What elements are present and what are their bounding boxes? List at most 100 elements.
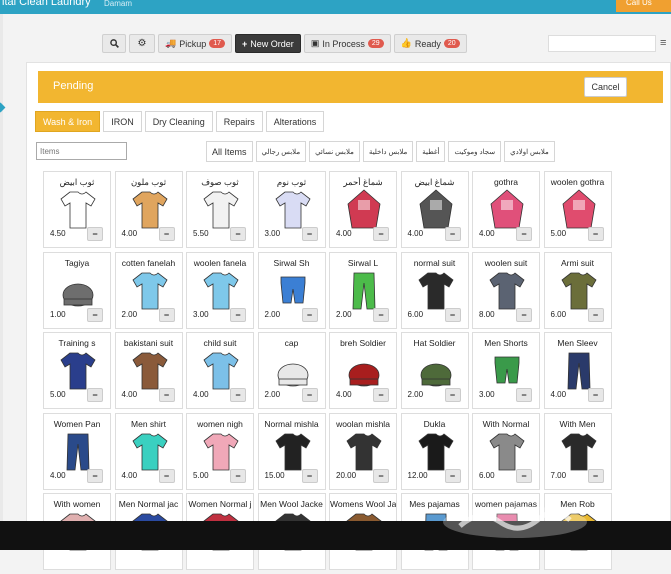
category-underwear[interactable]: ملابس داخلية [362,141,414,162]
decrease-quantity-button[interactable]: − [587,307,604,322]
decrease-quantity-button[interactable]: − [301,307,318,322]
item-card[interactable]: bakistani suit 4.00 − [114,332,183,409]
item-card[interactable]: With Normal 6.00 − [472,412,540,490]
item-price: 6.00 [407,309,424,319]
tab-dry-cleaning[interactable]: Dry Cleaning [144,111,213,132]
item-price: 15.00 [264,470,285,480]
decrease-quantity-button[interactable]: − [587,468,604,483]
item-card[interactable]: Hat Soldier 2.00 − [400,332,469,409]
item-card[interactable]: child suit 4.00 − [186,332,254,409]
item-card[interactable]: woolan mishla 20.00 − [329,412,397,490]
watermark-logo [443,506,587,538]
decrease-quantity-button[interactable]: − [516,227,532,241]
decrease-quantity-button[interactable]: − [587,227,604,241]
item-price: 4.00 [336,229,352,238]
decrease-quantity-button[interactable]: − [373,388,389,402]
cancel-button[interactable]: Cancel [584,77,627,97]
tab-repairs[interactable]: Repairs [215,111,263,132]
item-card[interactable]: Women Pan 4.00 − [43,412,111,490]
item-card[interactable]: women nigh 5.00 − [186,412,254,490]
decrease-quantity-button[interactable]: − [301,468,318,483]
item-card[interactable]: Sirwal L 2.00 − [329,251,397,329]
item-card[interactable]: Sirwal Sh 2.00 − [257,251,326,329]
decrease-quantity-button[interactable]: − [444,307,461,322]
tab-alterations[interactable]: Alterations [265,111,325,132]
item-name: breh Soldier [340,338,386,348]
item-card[interactable]: woolen gothra 5.00 − [543,171,612,248]
pakistani-suit-icon [131,352,168,390]
search-button[interactable] [102,34,126,53]
category-all-items[interactable]: All Items [206,141,253,162]
item-card[interactable]: breh Soldier 4.00 − [329,332,397,409]
item-card[interactable]: شماغ أحمر 4.00 − [329,171,397,248]
decrease-quantity-button[interactable]: − [87,227,103,241]
decrease-quantity-button[interactable]: − [158,227,175,241]
thumbs-up-icon: 👍 [400,38,412,48]
decrease-quantity-button[interactable]: − [87,468,103,483]
category-kids[interactable]: ملابس اولادي [504,141,555,162]
item-card[interactable]: normal suit 6.00 − [400,251,469,329]
decrease-quantity-button[interactable]: − [87,307,103,322]
decrease-quantity-button[interactable]: − [301,388,318,402]
in-process-button[interactable]: ▣ In Process 29 [303,34,391,53]
category-women[interactable]: ملابس نسائي [309,141,360,162]
item-price: 4.00 [121,470,138,480]
decrease-quantity-button[interactable]: − [373,468,389,483]
pending-title: Pending [53,80,94,92]
decrease-quantity-button[interactable]: − [444,227,461,241]
item-card[interactable]: Tagiya 1.00 − [43,251,111,329]
pickup-button[interactable]: 🚚 Pickup 17 [158,34,233,53]
decrease-quantity-button[interactable]: − [158,388,175,402]
item-card[interactable]: Armi suit 6.00 − [543,251,612,329]
item-card[interactable]: Men Shorts 3.00 − [472,332,540,409]
item-card[interactable]: ثوب نوم 3.00 − [257,171,326,248]
decrease-quantity-button[interactable]: − [230,227,246,241]
item-card[interactable]: cotten fanelah 2.00 − [114,251,183,329]
decrease-quantity-button[interactable]: − [230,388,246,402]
item-card[interactable]: Normal mishla 15.00 − [257,412,326,490]
item-card[interactable]: Dukla 12.00 − [400,412,469,490]
global-search-input[interactable] [548,35,656,52]
in-process-label: In Process [322,38,365,49]
item-card[interactable]: With Men 7.00 − [543,412,612,490]
decrease-quantity-button[interactable]: − [230,468,246,483]
decrease-quantity-button[interactable]: − [516,468,532,483]
decrease-quantity-button[interactable]: − [230,307,246,322]
decrease-quantity-button[interactable]: − [516,307,532,322]
item-card[interactable]: Men Sleev 4.00 − [543,332,612,409]
category-men[interactable]: ملابس رجالي [255,141,307,162]
pickup-count-badge: 17 [209,39,226,48]
category-covers[interactable]: أغطية [416,141,446,162]
call-button[interactable]: Call Us [616,0,671,12]
item-card[interactable]: شماغ ابيض 4.00 − [400,171,469,248]
item-card[interactable]: ثوب ابيض 4.50 − [43,171,111,248]
decrease-quantity-button[interactable]: − [87,388,103,402]
tab-iron[interactable]: IRON [103,111,142,132]
decrease-quantity-button[interactable]: − [444,388,461,402]
item-card[interactable]: Men shirt 4.00 − [114,412,183,490]
decrease-quantity-button[interactable]: − [158,468,175,483]
item-card[interactable]: woolen suit 8.00 − [472,251,540,329]
items-search-input[interactable] [36,142,127,160]
category-carpets[interactable]: سجاد وموكيت [448,141,502,162]
tab-wash-iron[interactable]: Wash & Iron [35,111,101,132]
item-card[interactable]: ثوب ملون 4.00 − [114,171,183,248]
item-card[interactable]: woolen fanela 3.00 − [186,251,254,329]
ready-button[interactable]: 👍 Ready 20 [393,34,467,53]
decrease-quantity-button[interactable]: − [516,388,532,402]
decrease-quantity-button[interactable]: − [301,227,318,241]
decrease-quantity-button[interactable]: − [373,227,389,241]
decrease-quantity-button[interactable]: − [158,307,175,322]
item-card[interactable]: cap 2.00 − [257,332,326,409]
decrease-quantity-button[interactable]: − [373,307,389,322]
new-order-button[interactable]: + New Order [235,34,301,53]
item-price: 4.00 [550,390,567,399]
decrease-quantity-button[interactable]: − [587,388,604,402]
settings-button[interactable]: ⚙ [129,34,155,53]
decrease-quantity-button[interactable]: − [444,468,461,483]
item-card[interactable]: ثوب صوف 5.50 − [186,171,254,248]
item-name: Men Normal jac [118,499,179,509]
item-card[interactable]: gothra 4.00 − [472,171,540,248]
item-card[interactable]: Training s 5.00 − [43,332,111,409]
hamburger-menu-icon[interactable]: ≡ [660,37,666,49]
